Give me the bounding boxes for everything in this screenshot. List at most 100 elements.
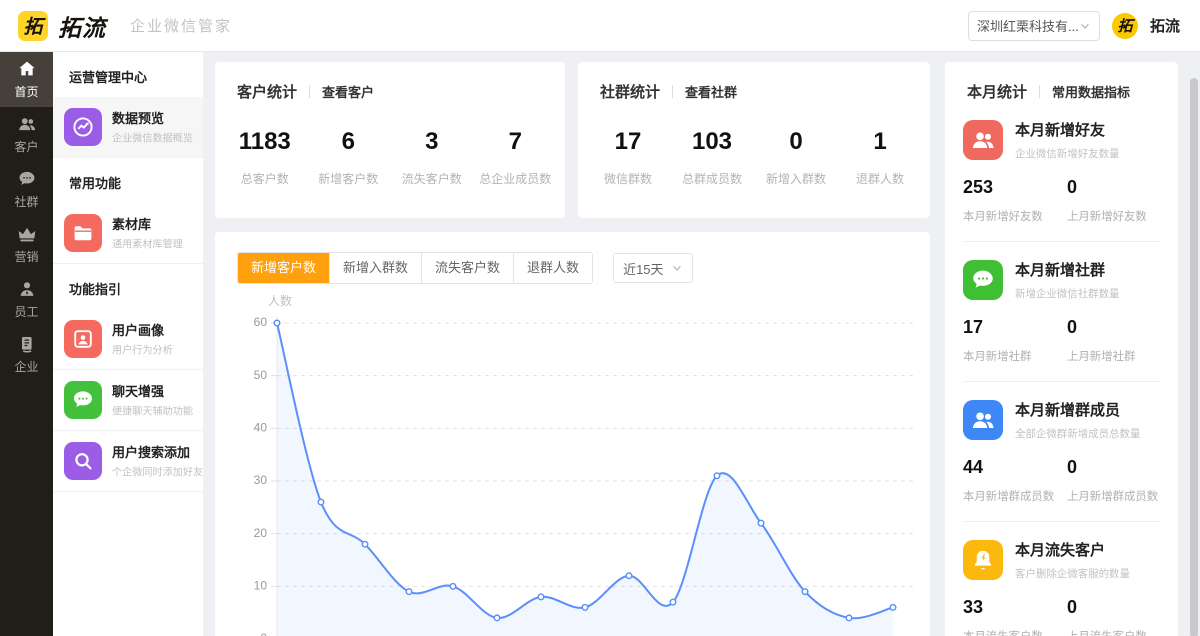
folder-icon: [64, 214, 102, 252]
nav-item-home[interactable]: 首页: [0, 52, 53, 107]
svg-text:10: 10: [254, 579, 268, 593]
vertical-scrollbar[interactable]: [1190, 78, 1198, 636]
home-icon: [17, 59, 37, 79]
data-point[interactable]: [626, 573, 632, 579]
chartline-icon: [64, 108, 102, 146]
chat-icon: [963, 260, 1003, 300]
friends-icon: [963, 120, 1003, 160]
building-icon: [17, 334, 37, 354]
divider: [963, 521, 1160, 522]
nav-item-chat[interactable]: 社群: [0, 162, 53, 217]
secondary-sidebar: 运营管理中心数据预览企业微信数据概览常用功能素材库通用素材库管理功能指引用户画像…: [53, 52, 203, 636]
customer-stats-card: 客户统计 查看客户 1183总客户数6新增客户数3流失客户数7总企业成员数: [215, 62, 565, 218]
chart-tab[interactable]: 新增客户数: [238, 253, 329, 283]
date-range-value: 近15天: [623, 259, 663, 278]
monthly-card-values: 33本月流失客户数0上月流失客户数: [963, 597, 1160, 636]
chart-toolbar: 新增客户数新增入群数流失客户数退群人数 近15天: [215, 232, 930, 284]
chart-tab[interactable]: 流失客户数: [421, 253, 513, 283]
sidebar-item-text: 数据预览企业微信数据概览: [112, 108, 200, 146]
chevron-down-icon: [671, 262, 683, 274]
app-title: 企业微信管家: [130, 15, 232, 36]
stat-column: 1183 总客户数: [223, 128, 307, 187]
view-customers-link[interactable]: 查看客户: [322, 82, 374, 101]
company-select[interactable]: 深圳红栗科技有...: [968, 11, 1100, 41]
divider: [53, 491, 203, 492]
monthly-card-text: 本月新增社群新增企业微信社群数量: [1015, 259, 1125, 301]
svg-text:20: 20: [254, 526, 268, 540]
monthly-card-title: 本月新增社群: [1015, 259, 1125, 280]
stat-label: 新增客户数: [307, 170, 391, 187]
data-point[interactable]: [494, 615, 500, 621]
data-point[interactable]: [582, 605, 588, 611]
sidebar-item-subtitle: 个企微同时添加好友: [112, 465, 203, 480]
nav-item-staff[interactable]: 员工: [0, 272, 53, 327]
data-point[interactable]: [450, 584, 456, 590]
stat-label: 微信群数: [586, 170, 670, 187]
data-point[interactable]: [846, 615, 852, 621]
stat-value: 103: [670, 128, 754, 156]
nav-item-label: 营销: [14, 248, 38, 265]
chart-tab[interactable]: 退群人数: [513, 253, 592, 283]
stat-label: 退群人数: [838, 170, 922, 187]
data-point[interactable]: [538, 594, 544, 600]
data-point[interactable]: [758, 520, 764, 526]
monthly-card-header: 本月新增社群新增企业微信社群数量: [963, 259, 1160, 301]
monthly-card: 本月新增社群新增企业微信社群数量17本月新增社群0上月新增社群: [945, 259, 1178, 382]
group-stats-card: 社群统计 查看社群 17微信群数103总群成员数0新增入群数1退群人数: [578, 62, 930, 218]
data-point[interactable]: [362, 541, 368, 547]
sidebar-item-title: 数据预览: [112, 108, 200, 127]
monthly-value-column: 0上月新增好友数: [1067, 177, 1160, 224]
sidebar-item[interactable]: 用户搜索添加个企微同时添加好友: [53, 431, 203, 491]
data-point[interactable]: [670, 599, 676, 605]
data-point[interactable]: [802, 589, 808, 595]
brand-logo-icon: 拓: [18, 11, 48, 41]
topbar: 拓 拓流 企业微信管家 深圳红栗科技有... 拓 拓流: [0, 0, 1200, 52]
sidebar-item[interactable]: 数据预览企业微信数据概览: [53, 97, 203, 157]
sidebar-item-subtitle: 通用素材库管理: [112, 237, 183, 252]
data-point[interactable]: [714, 473, 720, 479]
stat-column: 1 退群人数: [838, 128, 922, 187]
stat-column: 103总群成员数: [670, 128, 754, 187]
primary-nav: 首页客户社群营销员工企业: [0, 52, 53, 636]
users-icon: [17, 114, 37, 134]
data-point[interactable]: [274, 320, 280, 326]
date-range-select[interactable]: 近15天: [613, 253, 692, 283]
brand-name: 拓流: [58, 9, 106, 43]
sidebar-item[interactable]: 用户画像用户行为分析: [53, 309, 203, 369]
monthly-value: 0: [1067, 457, 1163, 478]
sidebar-item-text: 聊天增强便捷聊天辅助功能: [112, 381, 200, 419]
monthly-value: 253: [963, 177, 1067, 198]
nav-item-crown[interactable]: 营销: [0, 217, 53, 272]
data-point[interactable]: [318, 499, 324, 505]
stat-value: 1183: [223, 128, 307, 156]
view-groups-link[interactable]: 查看社群: [685, 82, 737, 101]
chat-icon: [64, 381, 102, 419]
nav-item-building[interactable]: 企业: [0, 327, 53, 382]
divider: [963, 241, 1160, 242]
data-point[interactable]: [890, 605, 896, 611]
monthly-card-title: 本月流失客户: [1015, 539, 1136, 560]
stat-value: 1: [838, 128, 922, 156]
company-select-value: 深圳红栗科技有...: [977, 16, 1079, 35]
group-card-title: 社群统计: [600, 81, 660, 102]
sidebar-item-title: 聊天增强: [112, 381, 200, 400]
monthly-card-text: 本月新增好友企业微信新增好友数量: [1015, 119, 1125, 161]
sidebar-item[interactable]: 素材库通用素材库管理: [53, 203, 203, 263]
monthly-card-desc: 客户删除企微客服的数量: [1015, 565, 1130, 580]
monthly-value-label: 上月新增社群: [1067, 347, 1155, 363]
nav-item-users[interactable]: 客户: [0, 107, 53, 162]
divider: [1039, 85, 1040, 98]
data-point[interactable]: [406, 589, 412, 595]
stat-label: 总客户数: [223, 170, 307, 187]
monthly-value-label: 本月流失客户数: [963, 627, 1062, 636]
monthly-value: 44: [963, 457, 1067, 478]
monthly-value-column: 0上月新增群成员数: [1067, 457, 1163, 504]
monthly-card-header: 本月新增群成员全部企微群新增成员总数量: [963, 399, 1160, 441]
nav-item-label: 员工: [14, 303, 38, 320]
account-logo-icon[interactable]: 拓: [1112, 13, 1138, 39]
chart-tab-group: 新增客户数新增入群数流失客户数退群人数: [237, 252, 593, 284]
sidebar-item[interactable]: 聊天增强便捷聊天辅助功能: [53, 370, 203, 430]
chart-tab[interactable]: 新增入群数: [329, 253, 421, 283]
monthly-value-label: 本月新增群成员数: [963, 487, 1062, 503]
stat-value: 17: [586, 128, 670, 156]
